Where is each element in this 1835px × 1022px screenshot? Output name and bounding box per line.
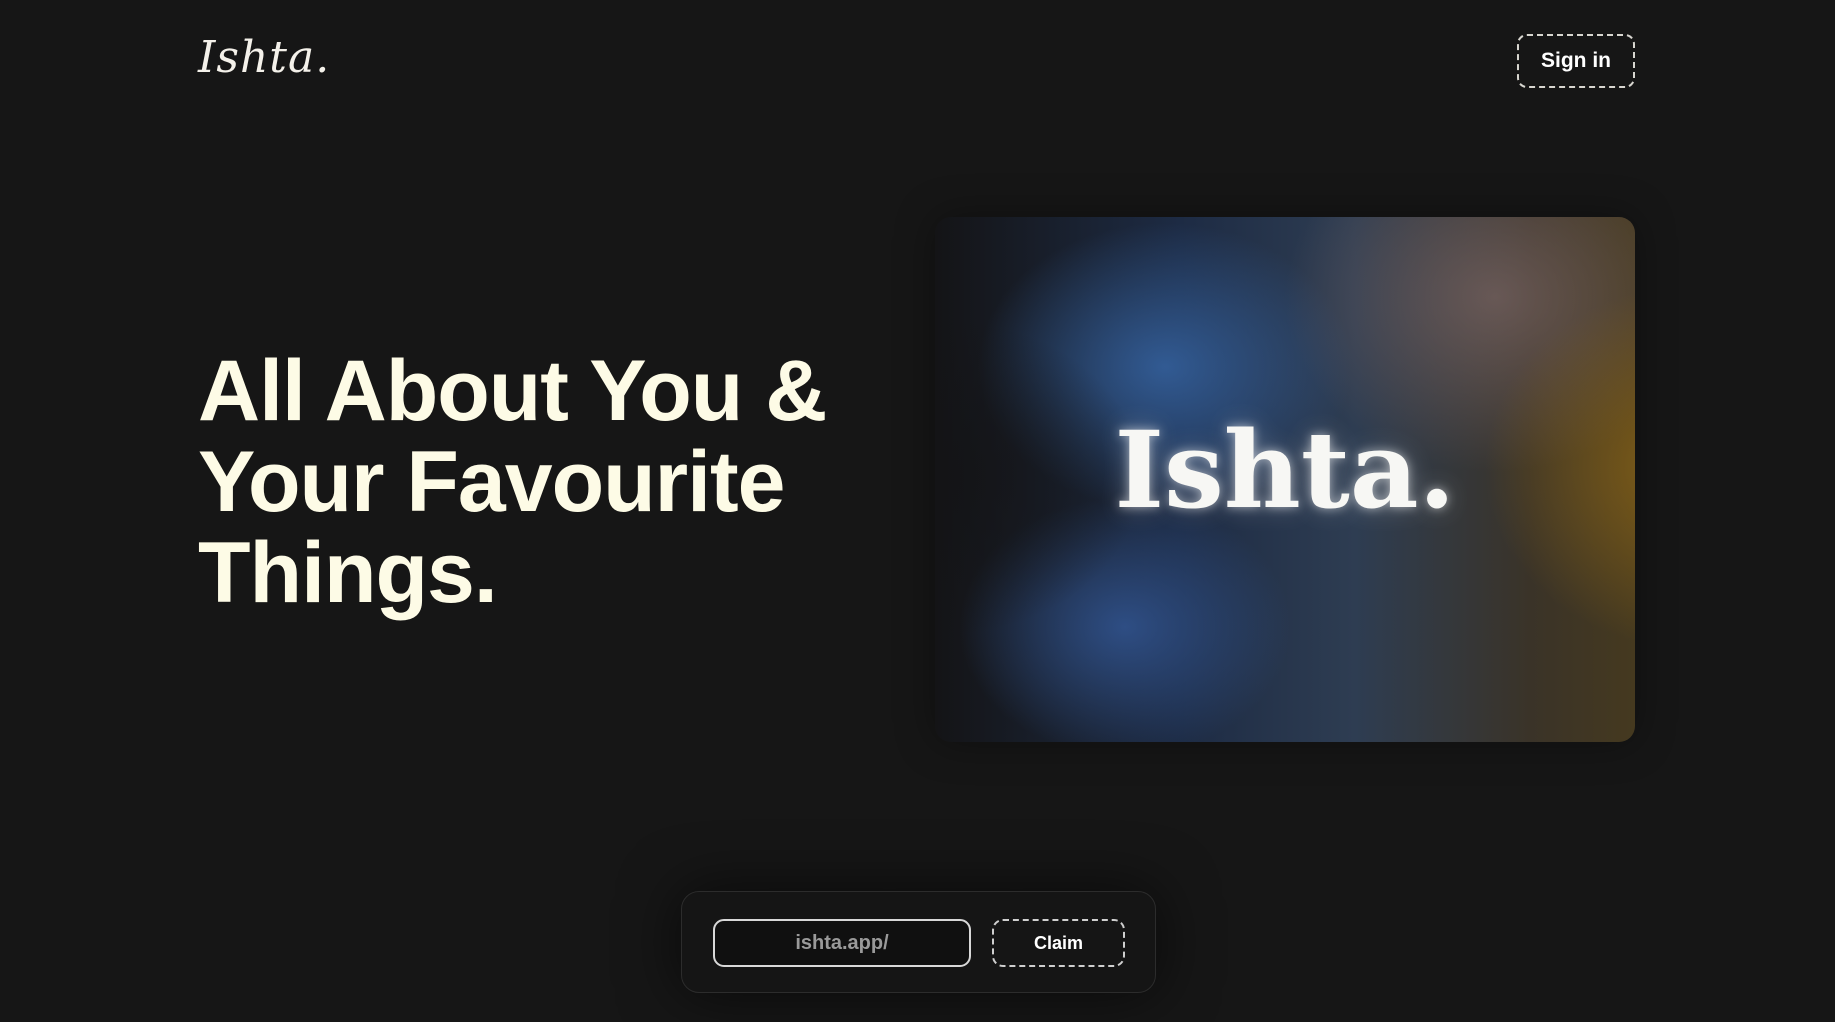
headline-line-1: All About You & — [198, 343, 827, 439]
claim-button[interactable]: Claim — [992, 919, 1125, 967]
username-url-input[interactable] — [713, 919, 971, 967]
landing-page: Ishta. Sign in All About You & Your Favo… — [0, 0, 1835, 1022]
headline-line-3: Things. — [198, 525, 498, 621]
hero-gradient-card: Ishta. — [935, 217, 1635, 742]
sign-in-button[interactable]: Sign in — [1517, 34, 1635, 88]
claim-username-bar: Claim — [681, 891, 1156, 993]
headline-line-2: Your Favourite — [198, 434, 786, 530]
brand-logo[interactable]: Ishta. — [198, 36, 330, 80]
hero-headline: All About You & Your Favourite Things. — [198, 343, 827, 621]
hero-card-wordmark: Ishta. — [1114, 407, 1456, 532]
